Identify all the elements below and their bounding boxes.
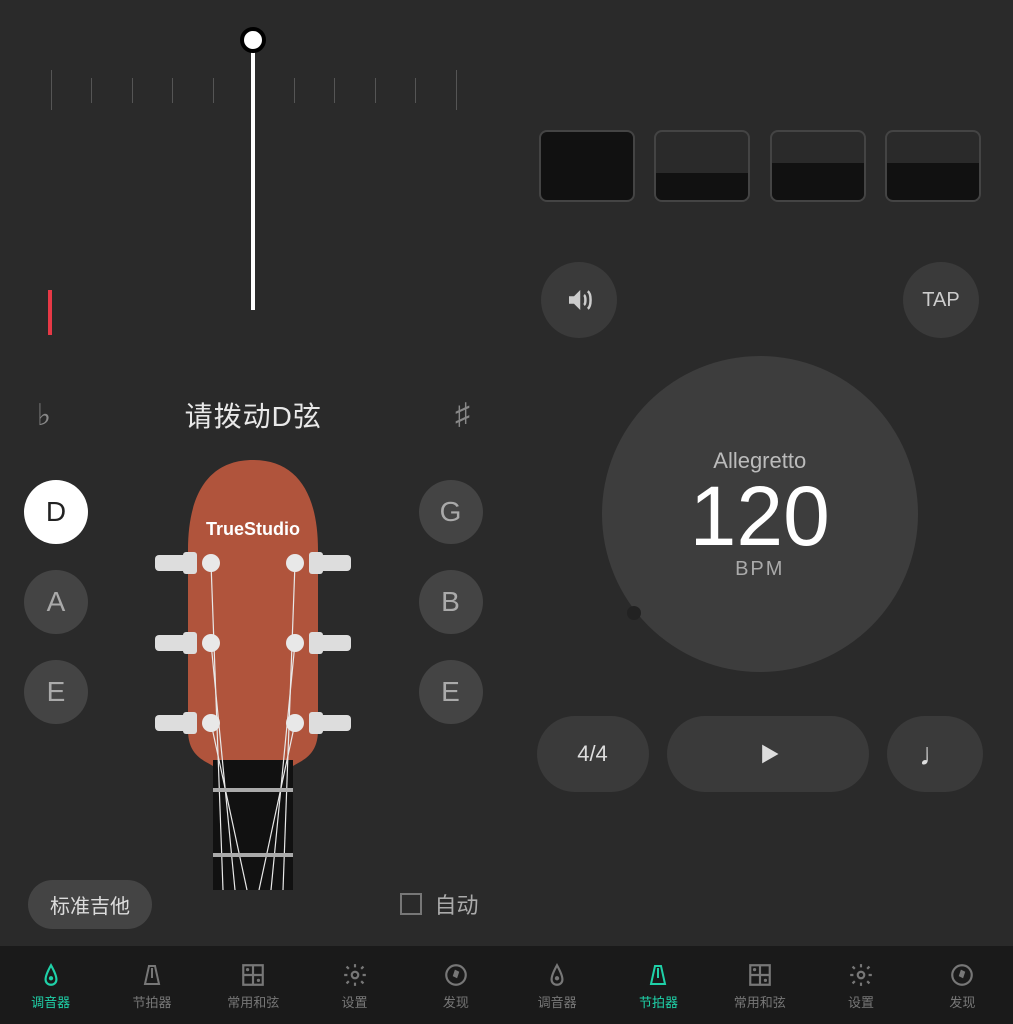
nav-label: 设置 bbox=[848, 992, 874, 1011]
tuning-needle bbox=[251, 40, 255, 310]
nav-discover[interactable]: 发现 bbox=[912, 946, 1013, 1024]
auto-label: 自动 bbox=[434, 888, 478, 920]
settings-icon bbox=[848, 960, 874, 990]
nav-metronome[interactable]: 节拍器 bbox=[101, 946, 202, 1024]
string-b-button[interactable]: B bbox=[419, 570, 483, 634]
guitar-headstock: D A E G B E TrueStudio bbox=[0, 450, 507, 880]
play-button[interactable] bbox=[667, 716, 870, 792]
nav-label: 发现 bbox=[949, 992, 975, 1011]
string-e-low-button[interactable]: E bbox=[24, 660, 88, 724]
nav-chords[interactable]: 常用和弦 bbox=[709, 946, 810, 1024]
chords-icon bbox=[240, 960, 266, 990]
string-e-high-button[interactable]: E bbox=[419, 660, 483, 724]
nav-settings[interactable]: 设置 bbox=[810, 946, 911, 1024]
pitch-marker bbox=[48, 290, 52, 335]
nav-label: 节拍器 bbox=[132, 992, 171, 1011]
speaker-icon bbox=[564, 285, 594, 315]
nav-label: 调音器 bbox=[31, 992, 70, 1011]
settings-icon bbox=[342, 960, 368, 990]
nav-label: 设置 bbox=[342, 992, 368, 1011]
nav-discover[interactable]: 发现 bbox=[405, 946, 506, 1024]
nav-label: 常用和弦 bbox=[734, 992, 786, 1011]
brand-label: TrueStudio bbox=[206, 519, 300, 539]
string-g-button[interactable]: G bbox=[419, 480, 483, 544]
checkbox-icon bbox=[400, 893, 422, 915]
beat-1[interactable] bbox=[539, 130, 635, 202]
auto-toggle[interactable]: 自动 bbox=[400, 888, 478, 920]
beat-2[interactable] bbox=[654, 130, 750, 202]
tuner-icon bbox=[544, 960, 570, 990]
note-value-button[interactable]: ♩ bbox=[887, 716, 983, 792]
flat-button[interactable]: ♭ bbox=[24, 398, 64, 433]
beat-indicator-row bbox=[507, 0, 1013, 202]
play-icon bbox=[754, 740, 782, 768]
beat-3[interactable] bbox=[770, 130, 866, 202]
tuning-preset-button[interactable]: 标准吉他 bbox=[28, 880, 152, 929]
discover-icon bbox=[949, 960, 975, 990]
bottom-nav-right: 调音器 节拍器 常用和弦 设置 发现 bbox=[507, 946, 1013, 1024]
chords-icon bbox=[747, 960, 773, 990]
nav-label: 调音器 bbox=[538, 992, 577, 1011]
tuning-instruction: 请拨动D弦 bbox=[185, 395, 322, 435]
nav-tuner[interactable]: 调音器 bbox=[0, 946, 101, 1024]
tuning-meter bbox=[0, 0, 507, 380]
string-a-button[interactable]: A bbox=[24, 570, 88, 634]
sound-button[interactable] bbox=[541, 262, 617, 338]
string-d-button[interactable]: D bbox=[24, 480, 88, 544]
tap-button[interactable]: TAP bbox=[903, 262, 979, 338]
bpm-unit: BPM bbox=[735, 558, 784, 581]
sharp-button[interactable]: ♯ bbox=[442, 398, 482, 432]
discover-icon bbox=[443, 960, 469, 990]
nav-tuner[interactable]: 调音器 bbox=[507, 946, 608, 1024]
nav-label: 常用和弦 bbox=[227, 992, 279, 1011]
time-signature-button[interactable]: 4/4 bbox=[537, 716, 649, 792]
tuner-icon bbox=[38, 960, 64, 990]
metronome-icon bbox=[140, 960, 164, 990]
tuner-screen: ♭ 请拨动D弦 ♯ D A E G B E TrueStudio bbox=[0, 0, 507, 1024]
headstock-icon: TrueStudio bbox=[143, 460, 363, 890]
nav-metronome[interactable]: 节拍器 bbox=[608, 946, 709, 1024]
metronome-screen: TAP Allegretto 120 BPM 4/4 ♩ 调音器 节拍器 常用和… bbox=[507, 0, 1013, 1024]
metronome-icon bbox=[646, 960, 670, 990]
nav-chords[interactable]: 常用和弦 bbox=[203, 946, 304, 1024]
bpm-value: 120 bbox=[690, 474, 830, 558]
beat-4[interactable] bbox=[885, 130, 981, 202]
bpm-dial[interactable]: Allegretto 120 BPM bbox=[602, 356, 918, 672]
nav-label: 节拍器 bbox=[639, 992, 678, 1011]
dial-marker bbox=[627, 606, 641, 620]
nav-label: 发现 bbox=[443, 992, 469, 1011]
bottom-nav-left: 调音器 节拍器 常用和弦 设置 发现 bbox=[0, 946, 507, 1024]
nav-settings[interactable]: 设置 bbox=[304, 946, 405, 1024]
